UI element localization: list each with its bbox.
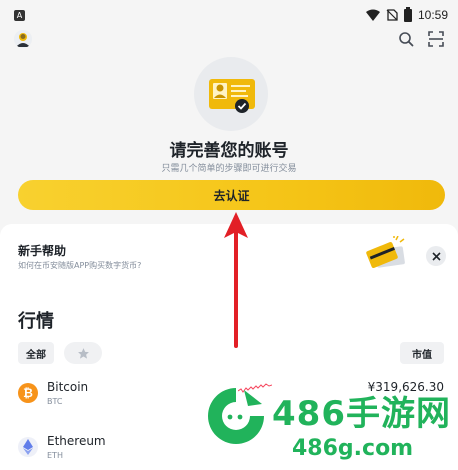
watermark-brand: 486手游网 <box>272 394 451 434</box>
id-card-icon <box>209 79 255 113</box>
coin-symbol: ETH <box>47 451 63 460</box>
coin-symbol: BTC <box>47 397 63 406</box>
avatar[interactable] <box>14 30 32 48</box>
close-icon <box>431 251 441 261</box>
scan-icon[interactable] <box>428 31 444 47</box>
page-subtitle: 只需几个简单的步骤即可进行交易 <box>161 164 297 174</box>
watermark: 486手游网 486g.com <box>200 382 458 470</box>
coin-name: Bitcoin <box>47 380 89 394</box>
no-sim-icon <box>386 9 398 21</box>
market-cap-sort[interactable]: 市值 <box>400 342 444 364</box>
help-subtitle: 如何在币安随版APP购买数字货币? <box>18 261 142 270</box>
star-icon <box>77 347 89 359</box>
status-time: 10:59 <box>417 8 448 22</box>
app-notification-icon: A <box>14 9 25 21</box>
help-title: 新手帮助 <box>18 244 67 258</box>
watermark-url: 486g.com <box>292 436 414 461</box>
id-card-illustration <box>194 57 268 131</box>
close-button[interactable] <box>426 246 446 266</box>
battery-icon <box>403 6 412 22</box>
ethereum-icon <box>18 437 38 457</box>
top-bar <box>0 30 458 52</box>
credit-card-illustration <box>366 236 405 268</box>
coin-name: Ethereum <box>47 434 106 448</box>
page-title: 请完善您的账号 <box>169 141 289 161</box>
status-bar: A 10:59 <box>0 0 458 30</box>
tab-all[interactable]: 全部 <box>18 342 54 364</box>
user-avatar-icon <box>14 30 32 48</box>
verify-button[interactable]: 去认证 <box>18 180 445 210</box>
bitcoin-icon: ₿ <box>18 383 38 403</box>
watermark-logo-icon <box>208 388 264 444</box>
help-banner[interactable]: 新手帮助 如何在币安随版APP购买数字货币? <box>0 224 458 282</box>
wifi-icon <box>365 9 380 21</box>
search-icon[interactable] <box>398 31 414 47</box>
tab-favorites[interactable] <box>64 342 102 364</box>
market-title: 行情 <box>18 311 54 332</box>
